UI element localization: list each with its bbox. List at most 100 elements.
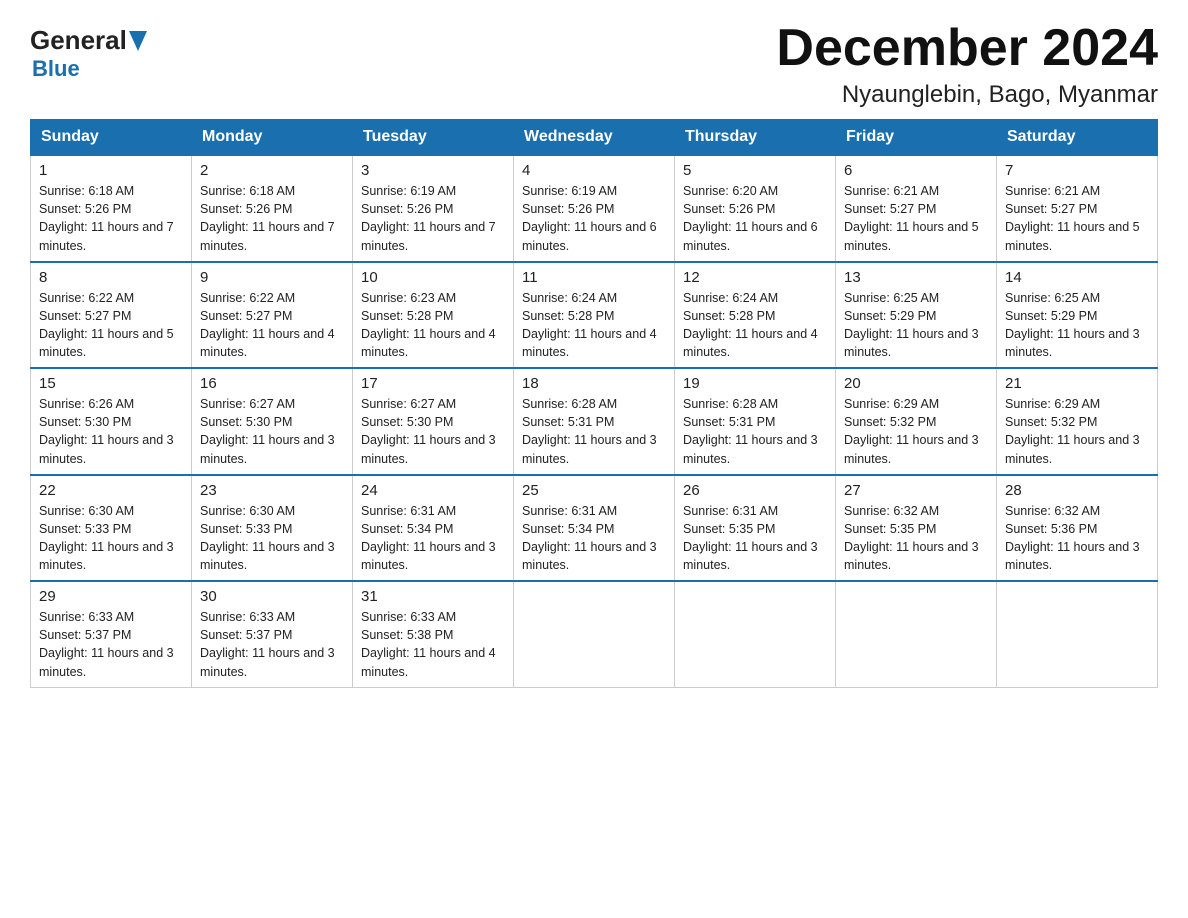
day-number: 14 [1005, 269, 1149, 286]
table-row: 27 Sunrise: 6:32 AM Sunset: 5:35 PM Dayl… [836, 475, 997, 582]
table-row: 14 Sunrise: 6:25 AM Sunset: 5:29 PM Dayl… [997, 262, 1158, 369]
day-info: Sunrise: 6:28 AM Sunset: 5:31 PM Dayligh… [683, 395, 827, 468]
table-row: 12 Sunrise: 6:24 AM Sunset: 5:28 PM Dayl… [675, 262, 836, 369]
table-row: 25 Sunrise: 6:31 AM Sunset: 5:34 PM Dayl… [514, 475, 675, 582]
col-saturday: Saturday [997, 120, 1158, 156]
day-info: Sunrise: 6:19 AM Sunset: 5:26 PM Dayligh… [522, 182, 666, 255]
day-info: Sunrise: 6:30 AM Sunset: 5:33 PM Dayligh… [39, 502, 183, 575]
table-row: 1 Sunrise: 6:18 AM Sunset: 5:26 PM Dayli… [31, 155, 192, 262]
table-row: 22 Sunrise: 6:30 AM Sunset: 5:33 PM Dayl… [31, 475, 192, 582]
day-info: Sunrise: 6:19 AM Sunset: 5:26 PM Dayligh… [361, 182, 505, 255]
day-number: 8 [39, 269, 183, 286]
day-info: Sunrise: 6:21 AM Sunset: 5:27 PM Dayligh… [844, 182, 988, 255]
logo-triangle-icon [127, 31, 149, 51]
table-row: 23 Sunrise: 6:30 AM Sunset: 5:33 PM Dayl… [192, 475, 353, 582]
col-thursday: Thursday [675, 120, 836, 156]
day-info: Sunrise: 6:18 AM Sunset: 5:26 PM Dayligh… [200, 182, 344, 255]
day-number: 7 [1005, 162, 1149, 179]
day-number: 26 [683, 482, 827, 499]
day-info: Sunrise: 6:26 AM Sunset: 5:30 PM Dayligh… [39, 395, 183, 468]
day-info: Sunrise: 6:24 AM Sunset: 5:28 PM Dayligh… [683, 289, 827, 362]
col-wednesday: Wednesday [514, 120, 675, 156]
logo-blue: Blue [32, 56, 80, 81]
calendar-week-row: 8 Sunrise: 6:22 AM Sunset: 5:27 PM Dayli… [31, 262, 1158, 369]
day-info: Sunrise: 6:20 AM Sunset: 5:26 PM Dayligh… [683, 182, 827, 255]
day-number: 31 [361, 588, 505, 605]
day-number: 27 [844, 482, 988, 499]
day-info: Sunrise: 6:30 AM Sunset: 5:33 PM Dayligh… [200, 502, 344, 575]
day-info: Sunrise: 6:29 AM Sunset: 5:32 PM Dayligh… [1005, 395, 1149, 468]
day-info: Sunrise: 6:32 AM Sunset: 5:35 PM Dayligh… [844, 502, 988, 575]
day-number: 3 [361, 162, 505, 179]
day-info: Sunrise: 6:33 AM Sunset: 5:37 PM Dayligh… [39, 608, 183, 681]
day-number: 17 [361, 375, 505, 392]
day-info: Sunrise: 6:29 AM Sunset: 5:32 PM Dayligh… [844, 395, 988, 468]
calendar-week-row: 15 Sunrise: 6:26 AM Sunset: 5:30 PM Dayl… [31, 368, 1158, 475]
logo: General Blue [30, 25, 149, 82]
day-number: 25 [522, 482, 666, 499]
calendar-table: Sunday Monday Tuesday Wednesday Thursday… [30, 119, 1158, 688]
page-header: General Blue December 2024 Nyaunglebin, … [30, 20, 1158, 109]
table-row: 31 Sunrise: 6:33 AM Sunset: 5:38 PM Dayl… [353, 581, 514, 687]
day-number: 16 [200, 375, 344, 392]
day-number: 23 [200, 482, 344, 499]
table-row: 11 Sunrise: 6:24 AM Sunset: 5:28 PM Dayl… [514, 262, 675, 369]
day-number: 30 [200, 588, 344, 605]
day-number: 20 [844, 375, 988, 392]
table-row: 20 Sunrise: 6:29 AM Sunset: 5:32 PM Dayl… [836, 368, 997, 475]
table-row: 8 Sunrise: 6:22 AM Sunset: 5:27 PM Dayli… [31, 262, 192, 369]
table-row: 15 Sunrise: 6:26 AM Sunset: 5:30 PM Dayl… [31, 368, 192, 475]
day-number: 28 [1005, 482, 1149, 499]
day-number: 19 [683, 375, 827, 392]
day-number: 9 [200, 269, 344, 286]
day-number: 4 [522, 162, 666, 179]
calendar-header-row: Sunday Monday Tuesday Wednesday Thursday… [31, 120, 1158, 156]
day-info: Sunrise: 6:22 AM Sunset: 5:27 PM Dayligh… [200, 289, 344, 362]
day-number: 2 [200, 162, 344, 179]
table-row: 3 Sunrise: 6:19 AM Sunset: 5:26 PM Dayli… [353, 155, 514, 262]
logo-general: General [30, 25, 127, 56]
table-row: 9 Sunrise: 6:22 AM Sunset: 5:27 PM Dayli… [192, 262, 353, 369]
calendar-week-row: 29 Sunrise: 6:33 AM Sunset: 5:37 PM Dayl… [31, 581, 1158, 687]
table-row: 7 Sunrise: 6:21 AM Sunset: 5:27 PM Dayli… [997, 155, 1158, 262]
day-info: Sunrise: 6:33 AM Sunset: 5:38 PM Dayligh… [361, 608, 505, 681]
day-number: 12 [683, 269, 827, 286]
day-number: 18 [522, 375, 666, 392]
day-number: 11 [522, 269, 666, 286]
day-number: 15 [39, 375, 183, 392]
day-info: Sunrise: 6:31 AM Sunset: 5:34 PM Dayligh… [361, 502, 505, 575]
day-info: Sunrise: 6:25 AM Sunset: 5:29 PM Dayligh… [844, 289, 988, 362]
col-tuesday: Tuesday [353, 120, 514, 156]
title-block: December 2024 Nyaunglebin, Bago, Myanmar [776, 20, 1158, 109]
day-info: Sunrise: 6:24 AM Sunset: 5:28 PM Dayligh… [522, 289, 666, 362]
page-title: December 2024 [776, 20, 1158, 77]
table-row: 17 Sunrise: 6:27 AM Sunset: 5:30 PM Dayl… [353, 368, 514, 475]
table-row: 10 Sunrise: 6:23 AM Sunset: 5:28 PM Dayl… [353, 262, 514, 369]
day-number: 6 [844, 162, 988, 179]
day-number: 29 [39, 588, 183, 605]
day-info: Sunrise: 6:31 AM Sunset: 5:34 PM Dayligh… [522, 502, 666, 575]
day-number: 24 [361, 482, 505, 499]
table-row [675, 581, 836, 687]
calendar-week-row: 1 Sunrise: 6:18 AM Sunset: 5:26 PM Dayli… [31, 155, 1158, 262]
table-row: 29 Sunrise: 6:33 AM Sunset: 5:37 PM Dayl… [31, 581, 192, 687]
table-row: 19 Sunrise: 6:28 AM Sunset: 5:31 PM Dayl… [675, 368, 836, 475]
table-row: 30 Sunrise: 6:33 AM Sunset: 5:37 PM Dayl… [192, 581, 353, 687]
calendar-week-row: 22 Sunrise: 6:30 AM Sunset: 5:33 PM Dayl… [31, 475, 1158, 582]
day-number: 21 [1005, 375, 1149, 392]
col-monday: Monday [192, 120, 353, 156]
day-info: Sunrise: 6:27 AM Sunset: 5:30 PM Dayligh… [200, 395, 344, 468]
page-subtitle: Nyaunglebin, Bago, Myanmar [776, 81, 1158, 109]
col-sunday: Sunday [31, 120, 192, 156]
day-info: Sunrise: 6:25 AM Sunset: 5:29 PM Dayligh… [1005, 289, 1149, 362]
table-row [514, 581, 675, 687]
day-number: 10 [361, 269, 505, 286]
day-info: Sunrise: 6:32 AM Sunset: 5:36 PM Dayligh… [1005, 502, 1149, 575]
table-row: 5 Sunrise: 6:20 AM Sunset: 5:26 PM Dayli… [675, 155, 836, 262]
day-number: 5 [683, 162, 827, 179]
table-row: 24 Sunrise: 6:31 AM Sunset: 5:34 PM Dayl… [353, 475, 514, 582]
day-info: Sunrise: 6:27 AM Sunset: 5:30 PM Dayligh… [361, 395, 505, 468]
table-row: 6 Sunrise: 6:21 AM Sunset: 5:27 PM Dayli… [836, 155, 997, 262]
day-info: Sunrise: 6:22 AM Sunset: 5:27 PM Dayligh… [39, 289, 183, 362]
table-row: 18 Sunrise: 6:28 AM Sunset: 5:31 PM Dayl… [514, 368, 675, 475]
